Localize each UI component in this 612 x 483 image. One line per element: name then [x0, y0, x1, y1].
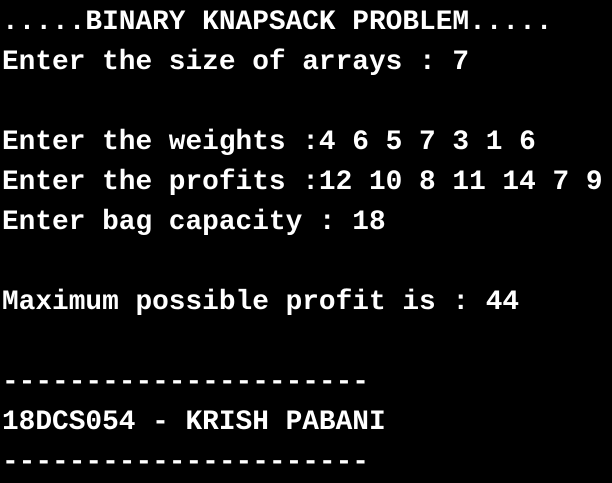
capacity-line: Enter bag capacity : 18 — [2, 207, 386, 238]
separator-bottom: ---------------------- — [2, 447, 369, 478]
separator-top: ---------------------- — [2, 367, 369, 398]
terminal-window[interactable]: .....BINARY KNAPSACK PROBLEM..... Enter … — [0, 0, 612, 478]
author-line: 18DCS054 - KRISH PABANI — [2, 407, 386, 438]
result-line: Maximum possible profit is : 44 — [2, 287, 520, 318]
array-size-line: Enter the size of arrays : 7 — [2, 47, 470, 78]
program-title: .....BINARY KNAPSACK PROBLEM..... — [2, 7, 553, 38]
weights-line: Enter the weights :4 6 5 7 3 1 6 — [2, 127, 536, 158]
profits-line: Enter the profits :12 10 8 11 14 7 9 — [2, 167, 603, 198]
